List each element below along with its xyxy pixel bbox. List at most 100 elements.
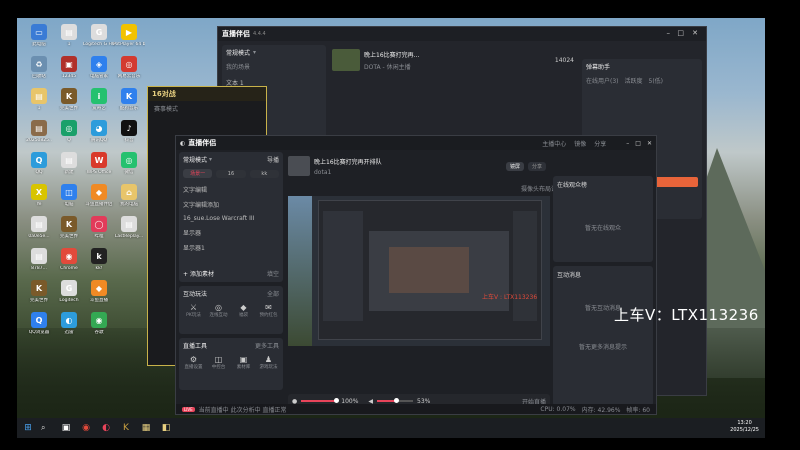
task-view-icon[interactable]: ▣: [59, 421, 73, 435]
desktop-icon[interactable]: ▤ LastReplay...: [113, 216, 145, 240]
mirror-button[interactable]: 镜屏: [505, 161, 524, 171]
interactive-more-link[interactable]: 全部: [267, 289, 279, 298]
desktop-icon-label: Ye: [36, 202, 42, 207]
close-icon[interactable]: ✕: [692, 29, 698, 37]
desktop-icon[interactable]: G Logitech: [53, 280, 85, 304]
source-item[interactable]: 16_sue.Lose Warcraft III: [183, 212, 279, 225]
interactive-tool[interactable]: ⚔ PK玩法: [182, 303, 206, 318]
source-item[interactable]: 文字编辑: [183, 182, 279, 197]
desktop-icon[interactable]: ▭ 此电脑: [23, 24, 55, 48]
desktop-icon[interactable]: ♪ 抖音: [113, 120, 145, 144]
maximize-icon[interactable]: □: [635, 140, 641, 147]
taskbar-live-icon[interactable]: ◐: [99, 421, 113, 435]
main-live-window[interactable]: ◐ 直播伴侣 主播中心 镜像 分享 – □ ✕ 常规模式 ▾ 导播 场景一 16 kk …: [175, 135, 657, 415]
desktop-icon[interactable]: K 完美世界: [53, 88, 85, 112]
back-right-tab[interactable]: 5(低): [649, 76, 664, 85]
desktop-icon[interactable]: ▤ 0a0e5e...: [23, 216, 55, 240]
desktop-icon[interactable]: ▤ 1: [53, 24, 85, 48]
scene-tab[interactable]: kk: [249, 169, 279, 178]
desktop-icon[interactable]: ▤ 8787...: [23, 248, 55, 272]
mode-select[interactable]: 常规模式: [183, 155, 207, 164]
live-tool[interactable]: ⚙ 直播设置: [182, 355, 206, 370]
tools-panel: 直播工具 更多工具 ⚙ 直播设置 ◫ 中控台 ▣ 素材库 ♟ 游戏玩法: [179, 338, 283, 390]
desktop-icon[interactable]: ◯ 哔哩: [83, 216, 115, 240]
share-button[interactable]: 分享: [527, 161, 546, 171]
desktop-icon[interactable]: ♻ 回收站: [23, 56, 55, 80]
desktop-icon[interactable]: ◎ Q: [53, 120, 85, 144]
director-toggle[interactable]: 导播: [267, 155, 279, 164]
game-tab-mode[interactable]: 赛事模式: [154, 104, 178, 113]
desktop-icon-label: 电脑管家: [90, 74, 108, 79]
top-bar-item[interactable]: 主播中心: [542, 139, 566, 148]
back-stream-header: 晚上16比赛打完再… DOTA - 休闲主播 14024: [330, 45, 576, 75]
close-icon[interactable]: ✕: [647, 140, 652, 147]
taskbar-16-icon[interactable]: ▦: [139, 421, 153, 435]
scene-tab[interactable]: 16: [216, 169, 246, 178]
desktop-icon[interactable]: ◆ 斗鱼直播: [83, 280, 115, 304]
desktop-icon[interactable]: ◎ 网易云音乐: [113, 56, 145, 80]
source-item[interactable]: 显示器: [183, 225, 279, 240]
desktop-icon[interactable]: ◉ Chrome: [53, 248, 85, 272]
status-bar: LIVE 当前直播中 此次分析中 直播正常 CPU: 0.07% 内存: 42.…: [176, 404, 656, 414]
add-source-button[interactable]: + 添加素材: [183, 269, 214, 278]
live-tool[interactable]: ◫ 中控台: [207, 355, 231, 370]
desktop-icon[interactable]: G Logitech G HUB: [83, 24, 115, 48]
desktop-icon[interactable]: ◫ 电脑: [53, 184, 85, 208]
live-tool[interactable]: ▣ 素材库: [232, 355, 256, 370]
desktop-icon[interactable]: i 爱奇艺: [83, 88, 115, 112]
desktop-icon[interactable]: ▣ 12345: [53, 56, 85, 80]
taskbar-chrome-icon[interactable]: ◉: [79, 421, 93, 435]
stream-title[interactable]: 晚上16比赛打完再开排队: [314, 157, 382, 166]
tools-more-link[interactable]: 更多工具: [255, 341, 279, 350]
desktop-icon[interactable]: X Ye: [23, 184, 55, 208]
search-icon[interactable]: ⌕: [41, 423, 51, 433]
windows-start-icon[interactable]: ⊞: [21, 421, 35, 435]
app-icon: W: [91, 152, 107, 168]
source-item[interactable]: 文字编辑添加: [183, 197, 279, 212]
stream-cover[interactable]: [288, 156, 310, 176]
stream-tag[interactable]: dota1: [314, 169, 382, 176]
desktop-icon[interactable]: K 酷狗音乐: [113, 88, 145, 112]
mic-volume-slider[interactable]: [301, 398, 340, 403]
interactive-tool[interactable]: ◎ 连线互动: [207, 303, 231, 318]
interactive-tool[interactable]: ✉ 预约红包: [257, 303, 281, 318]
maximize-icon[interactable]: □: [677, 29, 684, 37]
live-logo-icon: ◐: [180, 139, 186, 147]
taskbar-game-icon[interactable]: K: [119, 421, 133, 435]
desktop-icon[interactable]: ▶ PotPlayer 64 bit: [113, 24, 145, 48]
desktop-icon[interactable]: ▤ 新建: [53, 152, 85, 176]
desktop-icon[interactable]: ▤ 1: [23, 88, 55, 112]
desktop-icon[interactable]: ◈ 电脑管家: [83, 56, 115, 80]
minimize-icon[interactable]: –: [667, 29, 671, 37]
status-text: 当前直播中 此次分析中 直播正常: [198, 406, 287, 414]
desktop-icon[interactable]: ◕ 腾讯QQ: [83, 120, 115, 144]
desktop-icon[interactable]: W WPS Office: [83, 152, 115, 176]
minimize-icon[interactable]: –: [626, 140, 629, 147]
speaker-volume-slider[interactable]: [377, 398, 414, 403]
desktop-icon[interactable]: ◐ 迅雷: [53, 312, 85, 336]
live-tool[interactable]: ♟ 游戏玩法: [257, 355, 281, 370]
desktop-icon[interactable]: ◎ 微信: [113, 152, 145, 176]
taskbar-app-icon[interactable]: ◧: [159, 421, 173, 435]
desktop-icon[interactable]: Q QQ: [23, 152, 55, 176]
desktop-icon[interactable]: ⌂ 我的电脑: [113, 184, 145, 208]
source-item[interactable]: 显示器1: [183, 240, 279, 255]
desktop-icon[interactable]: K 完美世界: [53, 216, 85, 240]
interactive-tool[interactable]: ◆ 福袋: [232, 303, 256, 318]
desktop-icon-label: 我的电脑: [120, 202, 138, 207]
system-clock[interactable]: 13:20 2025/12/25: [730, 420, 759, 434]
back-right-tab[interactable]: 活跃度: [625, 76, 643, 85]
top-bar-item[interactable]: 镜像: [574, 139, 586, 148]
desktop-icon[interactable]: Q QQ浏览器: [23, 312, 55, 336]
desktop-icon[interactable]: K 完美世界: [23, 280, 55, 304]
live-preview[interactable]: 上车V : LTX113236: [288, 196, 550, 346]
desktop-icon[interactable]: k kk!: [83, 248, 115, 272]
app-icon: ◆: [91, 280, 107, 296]
back-right-tab[interactable]: 在线用户(3): [586, 76, 619, 85]
top-bar-item[interactable]: 分享: [594, 139, 606, 148]
desktop-icon[interactable]: ◆ 斗鱼直播伴侣: [83, 184, 115, 208]
scene-tab[interactable]: 场景一: [183, 169, 213, 178]
desktop-icon[interactable]: ◉ 谷歌: [83, 312, 115, 336]
back-mode-select[interactable]: 常规模式: [226, 48, 250, 57]
desktop-icon[interactable]: ▤ 20250825..: [23, 120, 55, 144]
